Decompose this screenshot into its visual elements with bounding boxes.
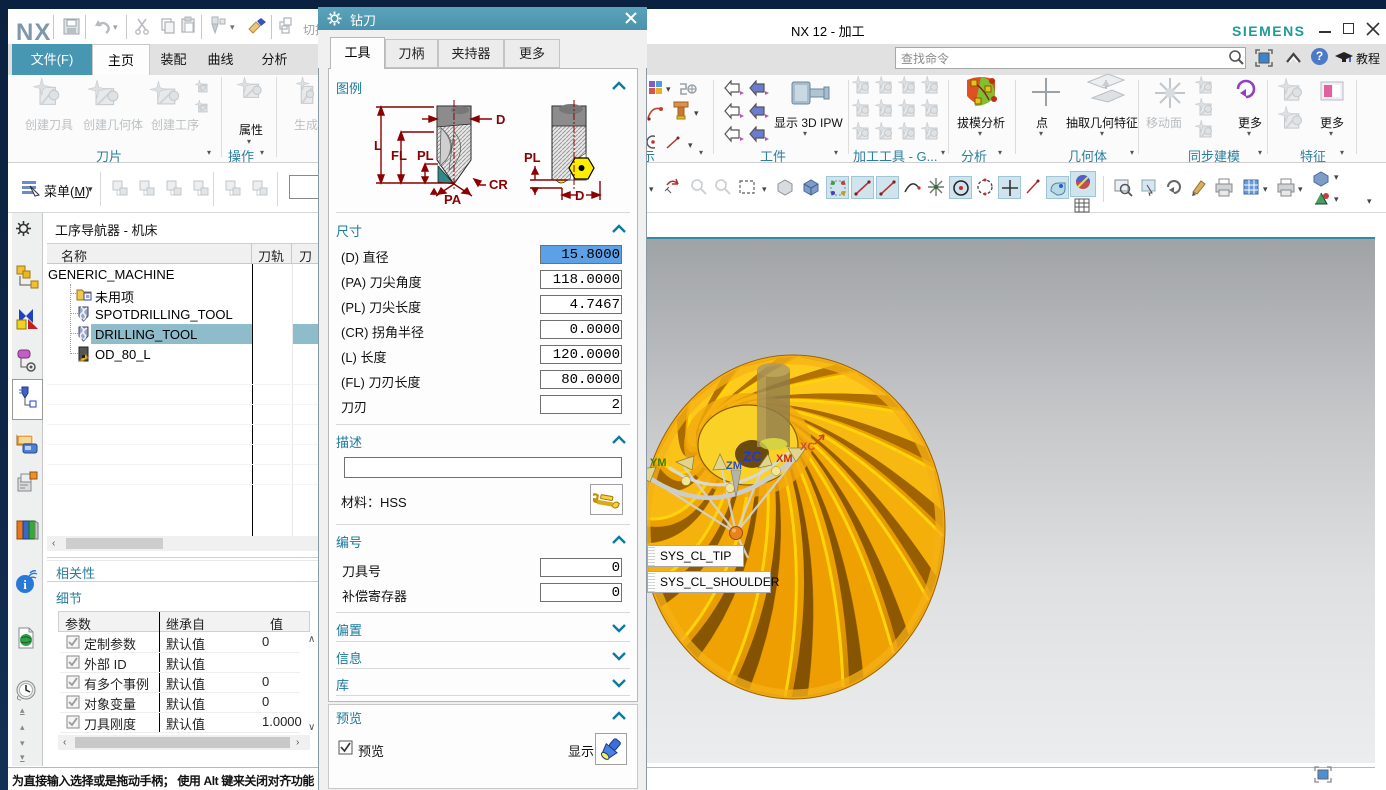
svg-text:L: L [374, 138, 382, 153]
svg-text:D: D [575, 188, 584, 203]
svg-text:D: D [496, 112, 505, 127]
svg-text:≡: ≡ [85, 294, 89, 301]
svg-text:i: i [23, 577, 27, 592]
svg-text:PL: PL [524, 150, 541, 165]
svg-text:PA: PA [444, 192, 462, 207]
svg-text:PL: PL [417, 148, 434, 163]
svg-text:FL: FL [391, 148, 407, 163]
svg-text:CR: CR [489, 177, 508, 192]
